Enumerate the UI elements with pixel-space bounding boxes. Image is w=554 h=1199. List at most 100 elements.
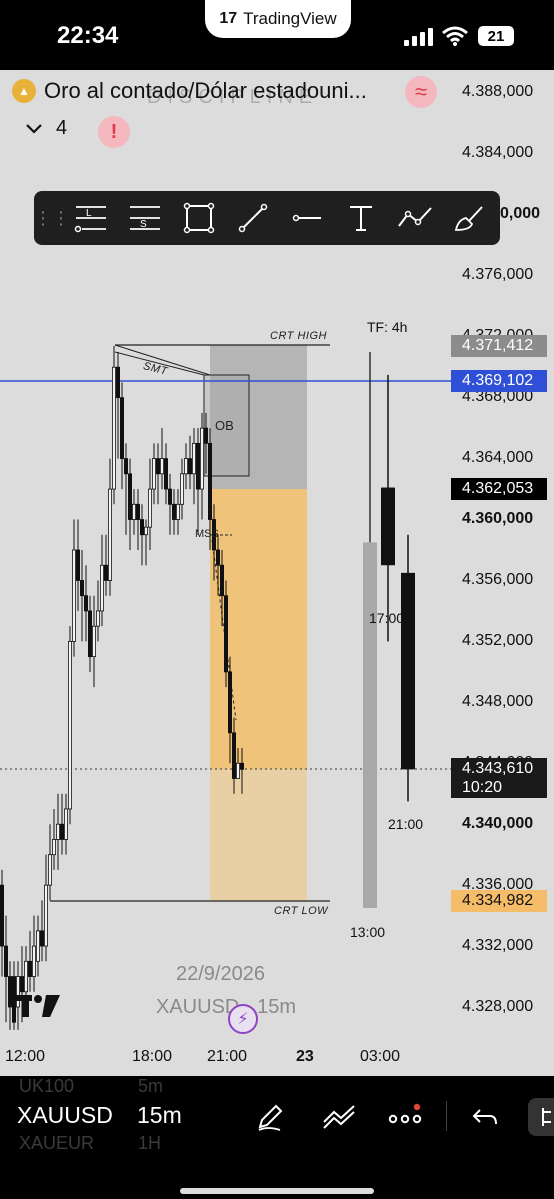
ltf-candle-body	[52, 839, 57, 856]
ltf-candle-body	[80, 580, 85, 597]
ltf-candle-body	[191, 442, 196, 475]
price-label: 4.376,000	[462, 266, 534, 283]
timeframe-picker-prev[interactable]: 5m	[138, 1076, 163, 1097]
ltf-candle-body	[56, 823, 61, 840]
symbol-picker-prev[interactable]: UK100	[19, 1076, 74, 1097]
wave-indicator-icon[interactable]: ≈	[405, 76, 437, 108]
alert-icon[interactable]: !	[98, 116, 130, 148]
ltf-candle-body	[23, 960, 28, 993]
ltf-candle-body	[0, 884, 4, 947]
price-label: 0,000	[500, 205, 541, 222]
indicators-icon[interactable]	[320, 1098, 358, 1136]
ltf-candle-body	[72, 549, 77, 642]
short-letter: S	[140, 219, 147, 230]
ltf-candle-body	[167, 488, 172, 505]
indicator-toggle[interactable]: 4	[26, 117, 67, 140]
time-label-2100: 21:00	[207, 1048, 248, 1065]
chevron-down-icon	[26, 123, 42, 134]
ltf-candle-body	[179, 473, 184, 505]
ltf-candle-body	[40, 930, 45, 947]
ltf-candle-body	[116, 366, 121, 399]
ltf-candle-body	[104, 564, 109, 581]
ltf-candle-body	[48, 854, 53, 886]
crt-high-label: CRT HIGH	[270, 330, 327, 342]
long-position-tool[interactable]: L	[64, 191, 118, 245]
app-pill[interactable]: 17 TradingView	[205, 0, 351, 38]
ltf-candle-body	[76, 549, 81, 581]
ltf-candle-body	[135, 503, 140, 520]
undo-icon[interactable]	[466, 1098, 504, 1136]
ltf-candle-body	[219, 564, 224, 597]
price-label: 4.356,000	[462, 571, 534, 588]
price-label: 4.352,000	[462, 632, 534, 649]
cellular-signal-icon	[404, 28, 433, 46]
draw-pencil-icon[interactable]	[251, 1098, 289, 1136]
crt-low-label: CRT LOW	[274, 905, 329, 917]
path-icon	[398, 207, 432, 227]
htf-hour-17: 17:00	[369, 610, 405, 626]
symbol-picker[interactable]: XAUUSD	[17, 1102, 113, 1129]
notification-dot	[413, 1103, 421, 1111]
price-label: 4.384,000	[462, 144, 534, 161]
trend-line-tool[interactable]	[226, 191, 280, 245]
more-dots-icon[interactable]	[386, 1098, 424, 1136]
ltf-candle-body	[231, 732, 236, 779]
tradingview-watermark-icon	[14, 995, 60, 1017]
ltf-candle-body	[151, 458, 156, 490]
crt-range-light-zone	[210, 769, 307, 901]
app-pill-label: TradingView	[243, 9, 337, 28]
symbol-header[interactable]: ▲ Oro al contado/Dólar estadouni...	[12, 78, 367, 104]
rectangle-icon	[183, 202, 215, 234]
bottom-toolbar: UK100 5m XAUUSD 15m XAUEUR 1H	[0, 1076, 554, 1199]
trend-line-icon	[238, 203, 268, 233]
ltf-candle-body	[19, 976, 24, 993]
symbol-title[interactable]: Oro al contado/Dólar estadouni...	[44, 78, 367, 104]
ltf-candle-body	[139, 519, 144, 536]
ltf-candle-body	[60, 823, 65, 840]
home-indicator	[180, 1188, 374, 1194]
side-panel-icon[interactable]	[528, 1098, 554, 1136]
ltf-candle-body	[171, 503, 176, 520]
symbol-picker-next[interactable]: XAUEUR	[19, 1133, 94, 1154]
ltf-candle-body	[207, 442, 212, 520]
ltf-candle-body	[36, 930, 41, 962]
ltf-candle-body	[124, 458, 129, 475]
tf-label: TF: 4h	[367, 319, 408, 335]
current-price-tag: 4.343,610 10:20	[451, 758, 547, 798]
timeframe-picker[interactable]: 15m	[137, 1102, 182, 1129]
rectangle-tool[interactable]	[172, 191, 226, 245]
price-label: 4.364,000	[462, 449, 534, 466]
ob-label: OB	[215, 418, 234, 433]
text-tool[interactable]	[334, 191, 388, 245]
ltf-candle-body	[239, 762, 244, 770]
ltf-candle-body	[163, 458, 168, 490]
wifi-icon	[442, 26, 468, 46]
timeframe-picker-next[interactable]: 1H	[138, 1133, 161, 1154]
time-label-day-23: 23	[296, 1048, 314, 1065]
drag-handle-icon[interactable]: ⋮⋮	[34, 208, 70, 229]
tradingview-app: 22:34 17 TradingView 21 CRT HIGH CRT LOW…	[0, 0, 554, 1199]
ltf-candle-body	[7, 976, 12, 1008]
path-tool[interactable]	[388, 191, 442, 245]
ltf-candle-body	[203, 427, 208, 444]
horizontal-ray-tool[interactable]	[280, 191, 334, 245]
blue-line-price-tag: 4.369,102	[451, 370, 547, 392]
drawing-toolbar: ⋮⋮ L S	[34, 191, 500, 245]
brush-tool[interactable]	[442, 191, 496, 245]
black-level-price-tag: 4.362,053	[451, 478, 547, 500]
price-label: 4.340,000	[462, 815, 534, 832]
lightning-icon[interactable]: ⚡	[228, 1004, 258, 1034]
crt-low-price-tag: 4.334,982	[451, 890, 547, 912]
price-label: 4.332,000	[462, 937, 534, 954]
ltf-candle-body	[27, 960, 32, 977]
status-time: 22:34	[57, 22, 119, 49]
ltf-candle-body	[44, 884, 49, 947]
ltf-candle-body	[112, 366, 117, 490]
battery-icon: 21	[478, 26, 514, 46]
crt-high-price-tag: 4.371,412	[451, 335, 547, 357]
ltf-candle-body	[64, 808, 69, 840]
ltf-candle-body	[227, 671, 232, 734]
ltf-candle-body	[4, 945, 9, 977]
short-position-tool[interactable]: S	[118, 191, 172, 245]
ltf-candle-body	[155, 458, 160, 475]
